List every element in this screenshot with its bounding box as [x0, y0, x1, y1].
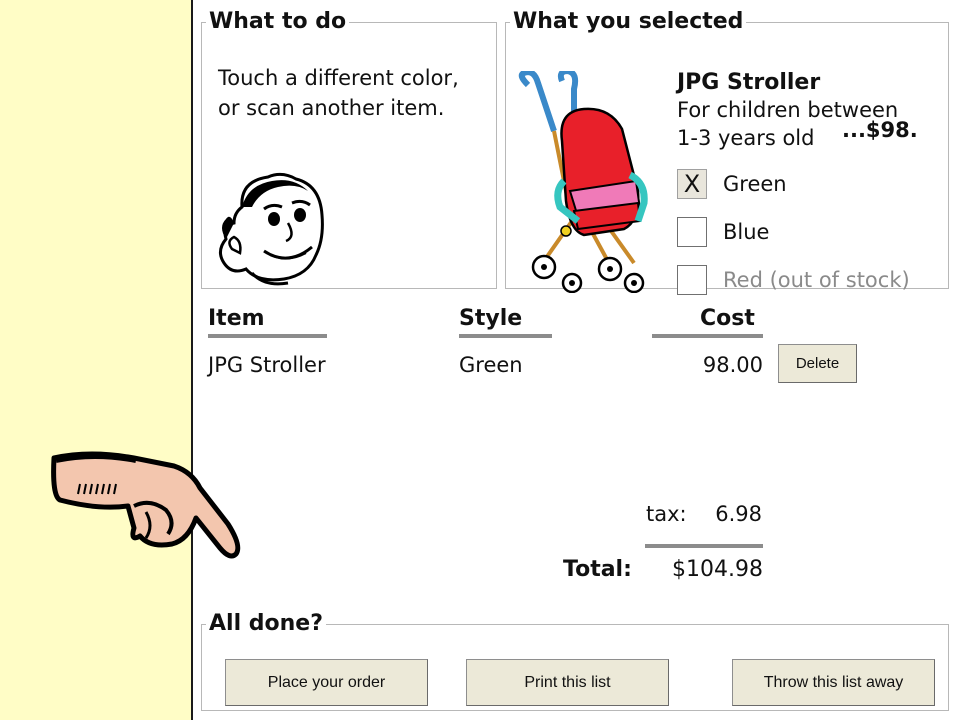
cartoon-face-icon — [219, 172, 324, 286]
instructions-line-2: or scan another item. — [218, 96, 445, 120]
total-label: Total: — [563, 557, 632, 582]
stroller-image — [518, 71, 648, 293]
instructions-text: Touch a different color, or scan another… — [218, 63, 459, 123]
column-header-cost: Cost — [700, 306, 755, 331]
green-label: Green — [723, 172, 787, 196]
delete-button[interactable]: Delete — [778, 344, 857, 383]
color-option-green[interactable]: X Green — [677, 167, 787, 201]
blue-checkbox[interactable] — [677, 217, 707, 247]
column-rule-style — [459, 334, 552, 338]
instructions-line-1: Touch a different color, — [218, 66, 459, 90]
row-style: Green — [459, 353, 523, 377]
product-price: ...$98. — [842, 118, 918, 142]
green-checkbox[interactable]: X — [677, 169, 707, 199]
total-value: $104.98 — [672, 557, 763, 582]
tax-value: 6.98 — [715, 502, 762, 526]
selection-title: What you selected — [513, 9, 744, 34]
tax-label: tax: — [646, 502, 687, 526]
column-header-item: Item — [208, 306, 265, 331]
print-list-button[interactable]: Print this list — [466, 659, 669, 706]
color-option-red: Red (out of stock) — [677, 263, 910, 297]
all-done-title: All done? — [209, 611, 323, 636]
column-rule-cost — [652, 334, 763, 338]
selection-box: What you selected JPG Stroller For child… — [505, 9, 949, 295]
pointing-hand-icon — [51, 451, 241, 559]
row-cost: 98.00 — [702, 353, 763, 377]
blue-label: Blue — [723, 220, 770, 244]
place-order-button[interactable]: Place your order — [225, 659, 428, 706]
instructions-box: What to do Touch a different color, or s… — [201, 11, 497, 289]
all-done-box: All done? Place your order Print this li… — [201, 613, 949, 711]
product-name: JPG Stroller — [677, 70, 821, 95]
column-rule-item — [208, 334, 327, 338]
row-item: JPG Stroller — [208, 353, 326, 377]
red-checkbox — [677, 265, 707, 295]
instructions-title: What to do — [209, 9, 347, 34]
total-rule — [645, 544, 763, 548]
left-margin-strip — [0, 0, 191, 720]
product-desc-line-2: 1-3 years old — [677, 126, 815, 150]
color-option-blue[interactable]: Blue — [677, 215, 769, 249]
red-label: Red (out of stock) — [723, 268, 910, 292]
throw-list-away-button[interactable]: Throw this list away — [732, 659, 935, 706]
column-header-style: Style — [459, 306, 523, 331]
